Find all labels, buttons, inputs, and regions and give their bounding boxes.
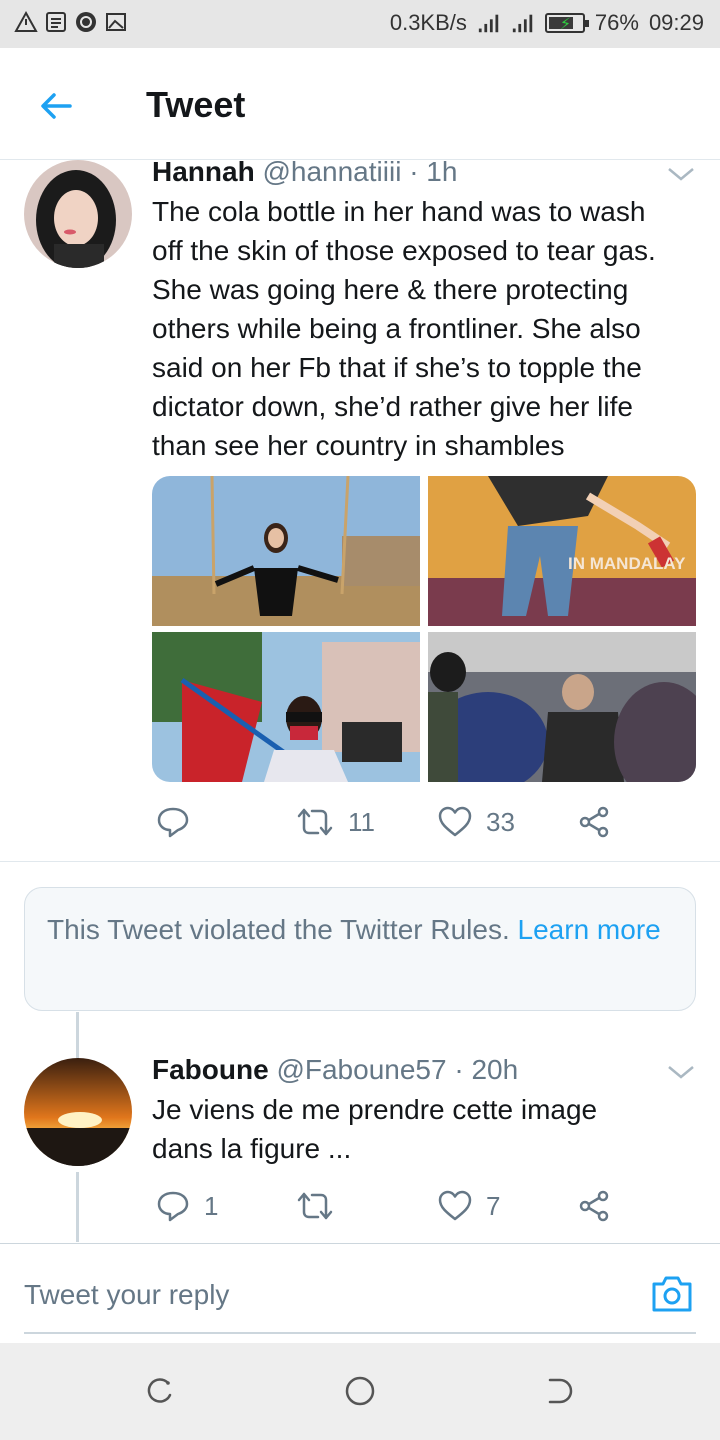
tweet-header: Faboune @Faboune57 · 20h [152, 1054, 518, 1086]
user-handle: @hannatiiii [262, 156, 402, 187]
recent-apps-icon[interactable] [142, 1373, 178, 1409]
signal-4g-icon [477, 11, 501, 35]
tweet-text-line: The cola bottle in her hand was to wash [152, 196, 646, 227]
divider [0, 861, 720, 862]
news-icon [44, 10, 68, 34]
retweet-icon [297, 808, 333, 836]
avatar[interactable] [24, 1058, 132, 1166]
like-count: 33 [486, 806, 515, 837]
signal-icon [511, 11, 535, 35]
reply-icon [157, 1191, 189, 1222]
back-button[interactable] [28, 78, 84, 134]
status-bar: 0.3KB/s ⚡ 76% 09:29 [0, 0, 720, 48]
reply-icon [157, 807, 189, 838]
reply-button[interactable]: 1 [156, 1190, 218, 1222]
share-button[interactable] [578, 1190, 610, 1222]
violation-notice: This Tweet violated the Twitter Rules. L… [24, 887, 696, 1011]
media-photo-crowd[interactable] [428, 632, 696, 782]
tweet-media-grid: IN MANDALAY [152, 476, 696, 782]
tweet-text-line: others while being a frontliner. She als… [152, 313, 641, 344]
status-left-icons [14, 10, 128, 34]
status-right-icons: 0.3KB/s ⚡ 76% 09:29 [390, 10, 704, 36]
media-overlay-text: IN MANDALAY [568, 554, 686, 573]
reply-input[interactable]: Tweet your reply [24, 1279, 229, 1311]
home-icon[interactable] [342, 1373, 378, 1409]
notice-text: This Tweet violated the Twitter Rules. [47, 914, 510, 945]
retweet-count: 11 [348, 806, 375, 837]
like-count: 7 [486, 1190, 501, 1221]
user-name[interactable]: Faboune [152, 1054, 269, 1085]
app-header: Tweet [0, 48, 720, 160]
heart-icon [438, 1190, 472, 1221]
reply-count: 1 [204, 1190, 219, 1221]
battery-icon: ⚡ [544, 13, 589, 33]
chevron-down-icon[interactable] [666, 164, 696, 184]
arrow-left-icon [41, 93, 72, 119]
thread-line [76, 1172, 79, 1242]
like-button[interactable]: 7 [438, 1190, 500, 1222]
tweet-text-line: said on her Fb that if she’s to topple t… [152, 352, 642, 383]
network-speed: 0.3KB/s [389, 10, 467, 35]
user-handle: @Faboune57 [276, 1054, 447, 1085]
tweet-text-line: dans la figure ... [152, 1133, 352, 1164]
tweet-time: · 1h [409, 156, 458, 187]
like-button[interactable]: 33 [438, 806, 515, 838]
share-icon [579, 806, 609, 838]
heart-icon [438, 806, 472, 837]
camera-icon[interactable] [650, 1274, 694, 1314]
user-name[interactable]: Hannah [152, 156, 255, 187]
reply-button[interactable] [156, 806, 204, 838]
page-title: Tweet [146, 84, 246, 125]
battery-percent: 76% [594, 10, 639, 35]
avatar[interactable] [24, 160, 132, 268]
tweet-time: · 20h [454, 1054, 519, 1085]
tweet-text-line: Je viens de me prendre cette image [152, 1094, 598, 1125]
alert-icon [14, 10, 38, 34]
retweet-button[interactable] [296, 1190, 348, 1222]
image-icon [104, 10, 128, 34]
learn-more-link[interactable]: Learn more [518, 914, 661, 945]
retweet-button[interactable]: 11 [296, 806, 375, 838]
chevron-down-icon[interactable] [666, 1062, 696, 1082]
media-illustration[interactable]: IN MANDALAY [428, 476, 696, 626]
share-icon [579, 1190, 609, 1222]
tweet-header: Hannah @hannatiiii · 1h [152, 156, 457, 188]
clock: 09:29 [648, 10, 704, 35]
reply-composer: Tweet your reply [0, 1243, 720, 1343]
media-photo-flag[interactable] [152, 632, 420, 782]
retweet-icon [297, 1192, 333, 1220]
system-nav-bar [0, 1343, 720, 1440]
tweet-text-line: dictator down, she’d rather give her lif… [152, 391, 633, 422]
tweet-text-line: She was going here & there protecting [152, 274, 629, 305]
reply-underline [24, 1332, 696, 1334]
app-icon [74, 10, 98, 34]
tweet-text: The cola bottle in her hand was to wash … [152, 192, 656, 465]
back-nav-icon[interactable] [542, 1373, 578, 1409]
media-photo-swing[interactable] [152, 476, 420, 626]
thread-line [76, 1012, 79, 1058]
tweet-text: Je viens de me prendre cette image dans … [152, 1090, 597, 1168]
tweet-text-line: than see her country in shambles [152, 430, 565, 461]
tweet-text-line: off the skin of those exposed to tear ga… [152, 235, 656, 266]
share-button[interactable] [578, 806, 610, 838]
charging-icon: ⚡ [559, 16, 572, 33]
